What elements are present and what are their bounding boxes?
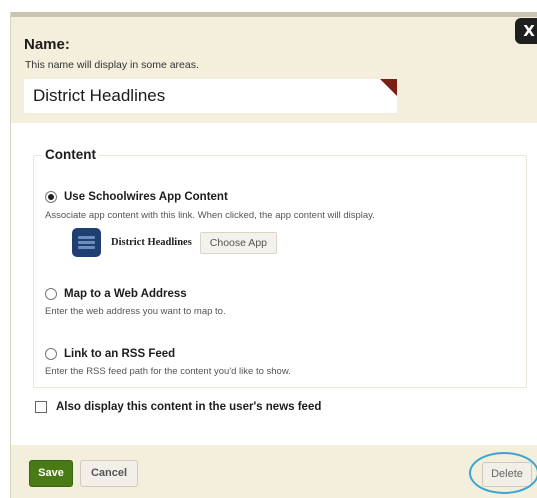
option-label: Link to an RSS Feed [64, 348, 176, 360]
delete-highlight-ring [469, 452, 537, 494]
name-section: Name: This name will display in some are… [11, 17, 537, 123]
radio-app-content[interactable] [45, 191, 57, 203]
choose-app-button[interactable]: Choose App [199, 231, 277, 254]
option-label: Map to a Web Address [64, 288, 187, 300]
option-label: Use Schoolwires App Content [64, 191, 228, 203]
name-label: Name: [24, 36, 70, 53]
option-web-address[interactable]: Map to a Web Address [45, 288, 187, 300]
option-rss-feed[interactable]: Link to an RSS Feed [45, 348, 175, 360]
dialog-footer: Save Cancel Delete [11, 445, 537, 498]
close-button[interactable]: X [515, 18, 537, 44]
radio-rss-feed[interactable] [45, 348, 57, 360]
app-name: District Headlines [111, 237, 192, 248]
news-feed-label: Also display this content in the user's … [56, 401, 322, 413]
name-help-text: This name will display in some areas. [25, 59, 199, 71]
name-field-wrapper [24, 79, 397, 113]
option-app-content[interactable]: Use Schoolwires App Content [45, 191, 228, 203]
required-marker-icon [380, 79, 397, 96]
edit-link-dialog: Name: This name will display in some are… [10, 12, 537, 498]
cancel-button[interactable]: Cancel [80, 460, 138, 487]
option-help-text: Enter the web address you want to map to… [45, 306, 226, 317]
name-input[interactable] [24, 79, 397, 113]
content-legend: Content [42, 147, 99, 162]
save-button[interactable]: Save [29, 460, 73, 487]
list-app-icon [72, 228, 101, 257]
option-help-text: Enter the RSS feed path for the content … [45, 366, 291, 377]
option-help-text: Associate app content with this link. Wh… [45, 210, 375, 221]
content-fieldset: Content Use Schoolwires App Content Asso… [33, 147, 527, 388]
news-feed-option[interactable]: Also display this content in the user's … [35, 401, 321, 413]
radio-web-address[interactable] [45, 288, 57, 300]
selected-app: District Headlines Choose App [72, 228, 277, 257]
news-feed-checkbox[interactable] [35, 401, 47, 413]
